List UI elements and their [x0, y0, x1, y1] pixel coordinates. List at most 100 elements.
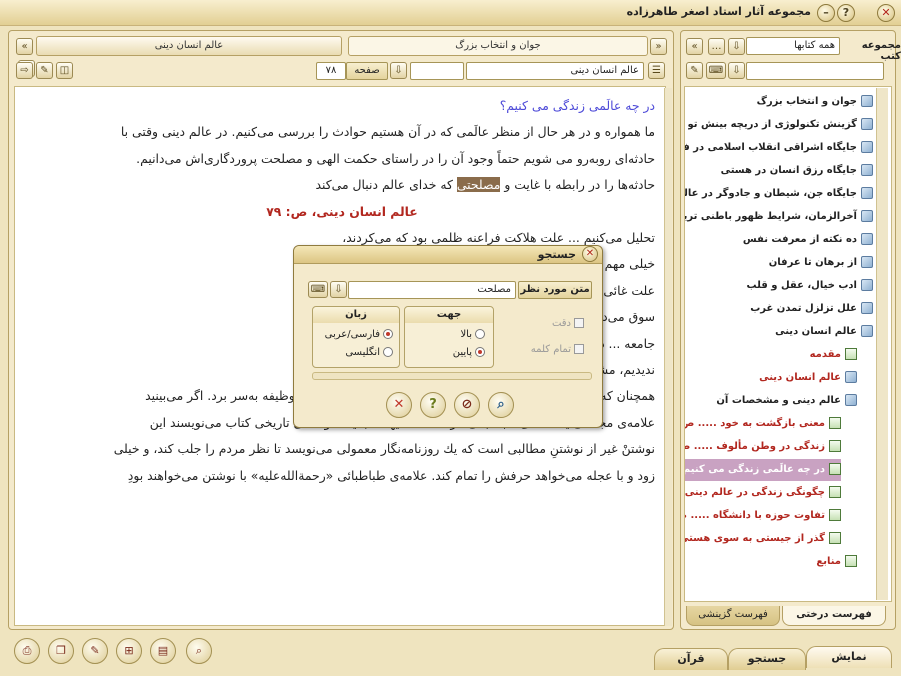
direction-down-option[interactable]: پایین [453, 347, 485, 358]
tree-item-section[interactable]: زندگی در وطن مألوف ..... ص [685, 436, 841, 458]
tree-item-book-open[interactable]: عالم انسان دینی [775, 321, 873, 343]
whole-word-option[interactable]: تمام کلمه [531, 344, 584, 355]
clear-search-icon[interactable]: ⊘ [454, 392, 480, 418]
tree-item-book[interactable]: جوان و انتخاب بزرگ [757, 91, 873, 113]
cancel-icon[interactable]: ✕ [386, 392, 412, 418]
book-icon [861, 95, 873, 107]
tree-item-chapter-open[interactable]: عالم دینی و مشخصات آن [716, 390, 857, 412]
panel-collapse-icon[interactable]: « [686, 38, 703, 55]
page-icon [845, 555, 857, 567]
note-icon[interactable]: ✎ [82, 638, 108, 664]
collection-select[interactable]: همه کتابها [746, 37, 840, 55]
close-icon[interactable]: ✕ [582, 246, 598, 262]
checkbox[interactable] [574, 344, 584, 354]
title-bar: ✕ ? – مجموعه آثار استاد اصغر طاهرزاده [0, 0, 901, 26]
tab-quran[interactable]: قرآن [654, 648, 728, 670]
page-icon [829, 486, 841, 498]
tools-icon[interactable]: ✎ [686, 62, 703, 79]
open-book-icon [845, 394, 857, 406]
tree-item-section[interactable]: گذر از جیستی به سوی هستی [685, 528, 841, 550]
text-line: نوشتنْ غیر از نوشتنِ مطالبی است که یك رو… [113, 441, 655, 457]
tree-item-chapter[interactable]: عالم انسان دینی [759, 367, 857, 389]
nav-forward-icon[interactable]: » [650, 38, 667, 55]
language-english-option[interactable]: انگلیسی [345, 347, 393, 358]
dropdown-arrow-icon[interactable]: ⇩ [728, 62, 745, 79]
source-reference: عالم انسان دینی، ص: ۷۹ [266, 203, 418, 219]
book-tree: جوان و انتخاب بزرگ گزینش تکنولوژی از دری… [684, 86, 892, 602]
tree-item-section[interactable]: تفاوت حوزه با دانشگاه ..... ص [685, 505, 841, 527]
tree-item-book[interactable]: جایگاه جن، شیطان و جادوگر در عالم [685, 183, 873, 205]
book-icon [861, 164, 873, 176]
page-search-field[interactable] [410, 62, 464, 80]
tree-item-section[interactable]: معنی بازگشت به خود ..... ص [685, 413, 841, 435]
more-options-icon[interactable]: … [708, 38, 725, 55]
nav-back-icon[interactable]: « [16, 38, 33, 55]
page-icon [845, 348, 857, 360]
tree-item-book[interactable]: علل تزلزل تمدن غرب [750, 298, 873, 320]
radio-button[interactable] [383, 329, 393, 339]
tree-scrollbar[interactable] [876, 88, 888, 600]
tab-search[interactable]: جستجو [728, 648, 806, 670]
tab-tree-index[interactable]: فهرست درختی [782, 606, 886, 626]
keyboard-icon[interactable]: ⌨ [706, 62, 726, 79]
book-select-icon[interactable]: ☰ [648, 62, 665, 79]
book-icon [861, 279, 873, 291]
close-icon[interactable]: ✕ [877, 4, 895, 22]
split-view-icon[interactable]: ◫ [56, 62, 73, 79]
tree-item-book[interactable]: آخرالزمان، شرایط ظهور باطنی ترین [685, 206, 873, 228]
app-title: مجموعه آثار استاد اصغر طاهرزاده [626, 5, 811, 18]
search-icon[interactable]: ⌕ [488, 392, 514, 418]
document-scrollbar[interactable] [664, 88, 672, 626]
book-icon [861, 302, 873, 314]
exact-option[interactable]: دقت [552, 318, 584, 329]
page-icon [829, 532, 841, 544]
forward-arrow-icon[interactable]: ⇨ [16, 62, 33, 79]
tree-item-book[interactable]: گزینش تکنولوژی از دریچه بینش تو [688, 114, 873, 136]
copy-icon[interactable]: ❐ [48, 638, 74, 664]
tree-item-section-selected[interactable]: در چه عالَمی زندگی می کنیم؟ [685, 459, 841, 481]
radio-button[interactable] [475, 329, 485, 339]
search-highlight: مصلحتی [456, 177, 501, 193]
book-title-field[interactable]: عالم انسان دینی [466, 62, 644, 80]
tab-display[interactable]: نمایش [806, 646, 892, 668]
search-text-input[interactable]: مصلحت [348, 281, 516, 299]
minimize-icon[interactable]: – [817, 4, 835, 22]
language-group: زبان فارسی/عربی انگلیسی [312, 306, 400, 368]
page-number-field[interactable]: ۷۸ [316, 62, 346, 80]
tree-item-book[interactable]: جایگاه اشراقی انقلاب اسلامی در فط [685, 137, 873, 159]
radio-button[interactable] [475, 347, 485, 357]
tree-item-book[interactable]: از برهان تا عرفان [769, 252, 873, 274]
dropdown-arrow-icon[interactable]: ⇩ [728, 38, 745, 55]
help-icon[interactable]: ? [837, 4, 855, 22]
direction-group-label: جهت [405, 307, 493, 323]
tree-item-section[interactable]: چگونگی زندگی در عالم دینی [685, 482, 841, 504]
keyboard-icon[interactable]: ⌨ [308, 281, 328, 298]
print-icon[interactable]: ⎙ [14, 638, 40, 664]
direction-up-option[interactable]: بالا [460, 329, 485, 340]
tree-item-book[interactable]: ده نکته از معرفت نفس [743, 229, 873, 251]
section-question-heading: در چه عالَمی زندگی می کنیم؟ [499, 98, 655, 113]
tree-item-chapter[interactable]: مقدمه [810, 344, 857, 366]
radio-button[interactable] [383, 347, 393, 357]
bookmark-icon[interactable]: ⊞ [116, 638, 142, 664]
page-label: صفحه [346, 62, 388, 80]
tree-search-input[interactable] [746, 62, 884, 80]
tree-item-book[interactable]: ادب خیال، عقل و قلب [747, 275, 873, 297]
book-icon [861, 256, 873, 268]
page-icon [829, 440, 841, 452]
language-persian-option[interactable]: فارسی/عربی [325, 329, 393, 340]
dropdown-arrow-icon[interactable]: ⇩ [330, 281, 347, 298]
book-icon [845, 371, 857, 383]
layout-icon[interactable]: ▤ [150, 638, 176, 664]
tab-other-book[interactable]: جوان و انتخاب بزرگ [348, 36, 648, 56]
zoom-icon[interactable]: ⌕ [186, 638, 212, 664]
checkbox[interactable] [574, 318, 584, 328]
help-icon[interactable]: ? [420, 392, 446, 418]
tools-icon[interactable]: ✎ [36, 62, 53, 79]
dialog-titlebar[interactable]: ✕ جستجو [294, 246, 602, 264]
tree-item-book[interactable]: جایگاه رزق انسان در هستی [721, 160, 873, 182]
tab-selective-index[interactable]: فهرست گزینشی [686, 606, 780, 626]
tree-item-chapter[interactable]: منابع [816, 551, 857, 573]
tab-current-book[interactable]: عالم انسان دینی [36, 36, 342, 56]
dropdown-arrow-icon[interactable]: ⇩ [390, 62, 407, 79]
